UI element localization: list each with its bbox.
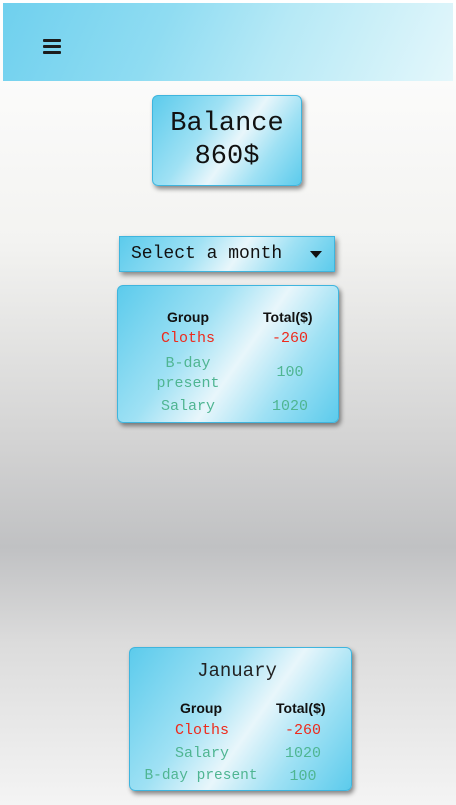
table-row-group: B-day present xyxy=(144,768,258,784)
summary-table-card: Group Total($) Cloths -260 B-day present… xyxy=(117,285,339,423)
balance-card: Balance 860$ xyxy=(152,95,302,186)
month-title: January xyxy=(197,660,277,682)
group-line-1: B-day xyxy=(165,355,211,372)
caret-down-icon xyxy=(310,251,322,258)
total-column-header: Total($) xyxy=(276,700,326,716)
table-row-total: 1020 xyxy=(271,398,308,415)
table-row-total: -260 xyxy=(284,722,321,739)
hamburger-menu-icon[interactable] xyxy=(43,39,61,54)
table-row-total: -260 xyxy=(271,330,308,347)
month-select-label: Select a month xyxy=(131,244,283,264)
table-row-group: Salary xyxy=(174,745,229,762)
table-row-total: 1020 xyxy=(284,745,321,762)
table-row-group: Cloths xyxy=(160,330,215,347)
table-row-group: B-day present xyxy=(140,354,236,394)
total-column-header: Total($) xyxy=(263,309,313,325)
table-row-total: 100 xyxy=(276,364,304,381)
table-row-group: Salary xyxy=(160,398,215,415)
group-line-2: present xyxy=(156,375,220,392)
group-column-header: Group xyxy=(180,700,222,716)
balance-label: Balance xyxy=(170,109,284,139)
table-row-group: Cloths xyxy=(174,722,229,739)
group-column-header: Group xyxy=(167,309,209,325)
month-summary-card: January Group Total($) Cloths -260 Salar… xyxy=(129,647,352,791)
table-row-total: 100 xyxy=(289,768,317,785)
top-app-bar xyxy=(3,3,453,81)
month-select-dropdown[interactable]: Select a month xyxy=(119,236,335,272)
balance-amount: 860$ xyxy=(194,142,260,172)
